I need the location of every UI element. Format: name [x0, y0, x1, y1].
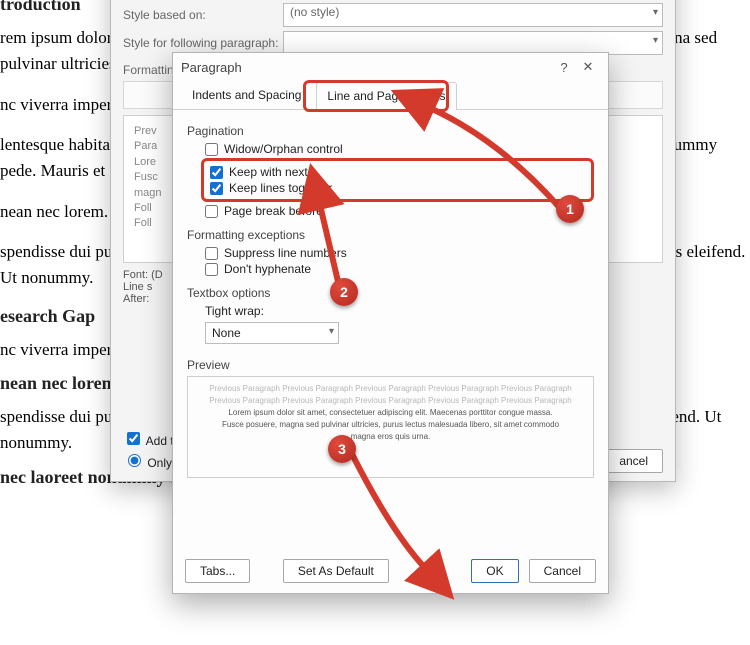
preview-line: Previous Paragraph Previous Paragraph Pr…	[196, 395, 585, 407]
annotation-badge-2: 2	[330, 278, 358, 306]
label-tight-wrap: Tight wrap:	[205, 304, 264, 318]
group-textbox-options: Textbox options	[187, 286, 594, 300]
highlight-keep-options: Keep with next Keep lines together	[201, 158, 594, 202]
checkbox-widow-orphan[interactable]: Widow/Orphan control	[205, 142, 594, 156]
checkbox-keep-lines-together[interactable]: Keep lines together	[210, 181, 585, 195]
select-value: (no style)	[290, 5, 339, 19]
preview-box: Previous Paragraph Previous Paragraph Pr…	[187, 376, 594, 478]
paragraph-dialog: Paragraph ? ✕ Indents and Spacing Line a…	[172, 52, 609, 594]
preview-label: Preview	[187, 358, 594, 372]
select-tight-wrap[interactable]: None ▾	[205, 322, 339, 344]
tab-line-page-breaks[interactable]: Line and Page Breaks	[316, 82, 456, 110]
group-formatting-exceptions: Formatting exceptions	[187, 228, 594, 242]
checkbox-dont-hyphenate[interactable]: Don't hyphenate	[205, 262, 594, 276]
select-style-based-on[interactable]: (no style) ▾	[283, 3, 663, 27]
dialog-titlebar: Paragraph ? ✕	[173, 53, 608, 81]
cancel-button[interactable]: ancel	[604, 449, 663, 473]
preview-line: Fusce posuere, magna sed pulvinar ultric…	[196, 419, 585, 431]
select-value: None	[212, 326, 241, 340]
label-style-based-on: Style based on:	[123, 8, 283, 22]
checkbox-page-break-before[interactable]: Page break before	[205, 204, 594, 218]
ok-button[interactable]: OK	[471, 559, 518, 583]
annotation-badge-1: 1	[556, 195, 584, 223]
set-as-default-button[interactable]: Set As Default	[283, 559, 389, 583]
preview-line: Previous Paragraph Previous Paragraph Pr…	[196, 383, 585, 395]
preview-line: magna eros quis urna.	[196, 431, 585, 443]
dialog-tabs: Indents and Spacing Line and Page Breaks	[173, 81, 608, 110]
preview-line: Lorem ipsum dolor sit amet, consectetuer…	[196, 407, 585, 419]
tabs-button[interactable]: Tabs...	[185, 559, 250, 583]
chevron-down-icon: ▾	[653, 35, 658, 46]
label-style-following: Style for following paragraph:	[123, 36, 283, 50]
chevron-down-icon: ▾	[329, 326, 334, 337]
close-icon[interactable]: ✕	[576, 59, 600, 75]
cancel-button[interactable]: Cancel	[529, 559, 596, 583]
group-pagination: Pagination	[187, 124, 594, 138]
help-icon[interactable]: ?	[552, 60, 576, 75]
checkbox-suppress-line-numbers[interactable]: Suppress line numbers	[205, 246, 594, 260]
tab-indents-spacing[interactable]: Indents and Spacing	[181, 81, 312, 109]
annotation-badge-3: 3	[328, 435, 356, 463]
checkbox-keep-with-next[interactable]: Keep with next	[210, 165, 585, 179]
dialog-title: Paragraph	[181, 60, 242, 75]
chevron-down-icon: ▾	[653, 7, 658, 18]
